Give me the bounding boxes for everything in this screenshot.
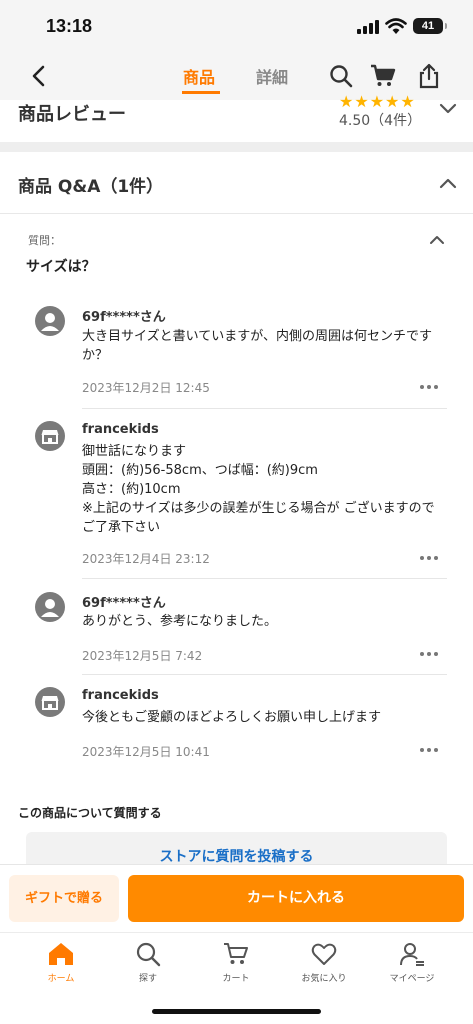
active-tab-indicator bbox=[182, 91, 220, 94]
more-options-icon[interactable] bbox=[420, 385, 438, 391]
question-text: サイズは？ bbox=[26, 259, 96, 275]
rating-value: 4.50（4件） bbox=[339, 113, 422, 129]
qa-section-header[interactable]: 商品 Q&A（1件） bbox=[0, 152, 473, 214]
gift-button[interactable]: ギフトで贈る bbox=[9, 875, 119, 922]
tab-label: マイページ bbox=[389, 974, 435, 984]
add-to-cart-button[interactable]: カートに入れる bbox=[128, 875, 464, 922]
question-label: 質問： bbox=[28, 234, 61, 247]
status-time: 13:18 bbox=[46, 16, 93, 36]
back-arrow-icon[interactable] bbox=[28, 64, 50, 88]
review-title: 商品レビュー bbox=[18, 104, 126, 125]
qa-title: 商品 Q&A（1件） bbox=[18, 177, 164, 197]
cart-icon[interactable] bbox=[370, 63, 396, 89]
rating-stars: ★★★★★ bbox=[339, 92, 416, 111]
section-divider bbox=[0, 142, 473, 152]
chevron-up-icon[interactable] bbox=[428, 233, 446, 245]
tab-detail[interactable]: 詳細 bbox=[256, 64, 288, 88]
chevron-up-icon[interactable] bbox=[438, 176, 458, 190]
tab-cart[interactable]: カート bbox=[196, 941, 276, 991]
answer-author: francekids bbox=[82, 422, 159, 437]
battery-icon: 41 bbox=[413, 18, 447, 34]
answer-date: 2023年12月4日 23:12 bbox=[82, 552, 210, 566]
store-avatar-icon bbox=[35, 421, 65, 451]
search-icon bbox=[136, 942, 161, 967]
answer-text: 今後ともご愛顧のほどよろしくお願い申し上げます bbox=[82, 710, 382, 725]
answer-text: ありがとう、参考になりました。 bbox=[82, 614, 278, 629]
purchase-action-bar: ギフトで贈る カートに入れる bbox=[0, 864, 473, 932]
ask-question-heading: この商品について質問する bbox=[18, 806, 162, 820]
review-summary-row[interactable]: 商品レビュー ★★★★★ 4.50（4件） bbox=[0, 92, 473, 142]
tab-label: ホーム bbox=[47, 974, 75, 984]
post-question-label: ストアに質問を投稿する bbox=[159, 849, 314, 865]
answer-text: 大き目サイズと書いていますが、内側の周囲は何センチですか？ bbox=[82, 329, 432, 363]
divider bbox=[82, 578, 447, 579]
tab-label: 探す bbox=[138, 974, 157, 984]
more-options-icon[interactable] bbox=[420, 556, 438, 562]
user-icon bbox=[400, 943, 424, 966]
search-icon[interactable] bbox=[328, 63, 354, 89]
answer-author: 69f*****さん bbox=[82, 596, 166, 611]
cellular-signal-icon bbox=[357, 20, 379, 34]
tab-label: カート bbox=[222, 974, 250, 984]
chevron-down-icon[interactable] bbox=[438, 102, 458, 116]
store-avatar-icon bbox=[35, 687, 65, 717]
answer-author: 69f*****さん bbox=[82, 310, 166, 325]
user-avatar-icon bbox=[35, 306, 65, 336]
divider bbox=[82, 674, 447, 675]
home-indicator bbox=[152, 1009, 321, 1014]
answer-date: 2023年12月2日 12:45 bbox=[82, 381, 210, 395]
tab-product[interactable]: 商品 bbox=[183, 64, 215, 88]
answer-author: francekids bbox=[82, 688, 159, 703]
heart-icon bbox=[311, 943, 337, 965]
more-options-icon[interactable] bbox=[420, 748, 438, 754]
user-avatar-icon bbox=[35, 592, 65, 622]
tab-label: お気に入り bbox=[301, 974, 347, 984]
tab-search[interactable]: 探す bbox=[108, 941, 188, 991]
tab-mypage[interactable]: マイページ bbox=[372, 941, 452, 991]
answer-date: 2023年12月5日 10:41 bbox=[82, 745, 210, 759]
status-bar: 13:18 41 bbox=[0, 0, 473, 52]
tab-home[interactable]: ホーム bbox=[21, 941, 101, 991]
divider bbox=[82, 408, 447, 409]
tab-favorites[interactable]: お気に入り bbox=[284, 941, 364, 991]
home-icon bbox=[49, 943, 73, 965]
wifi-icon bbox=[385, 18, 407, 34]
share-icon[interactable] bbox=[416, 63, 442, 89]
answer-date: 2023年12月5日 7:42 bbox=[82, 649, 203, 663]
cart-icon bbox=[224, 943, 248, 964]
answer-text: 御世話になります 頭囲：(約)56-58cm、つば幅：(約)9cm 高さ：(約)… bbox=[82, 444, 435, 535]
more-options-icon[interactable] bbox=[420, 652, 438, 658]
